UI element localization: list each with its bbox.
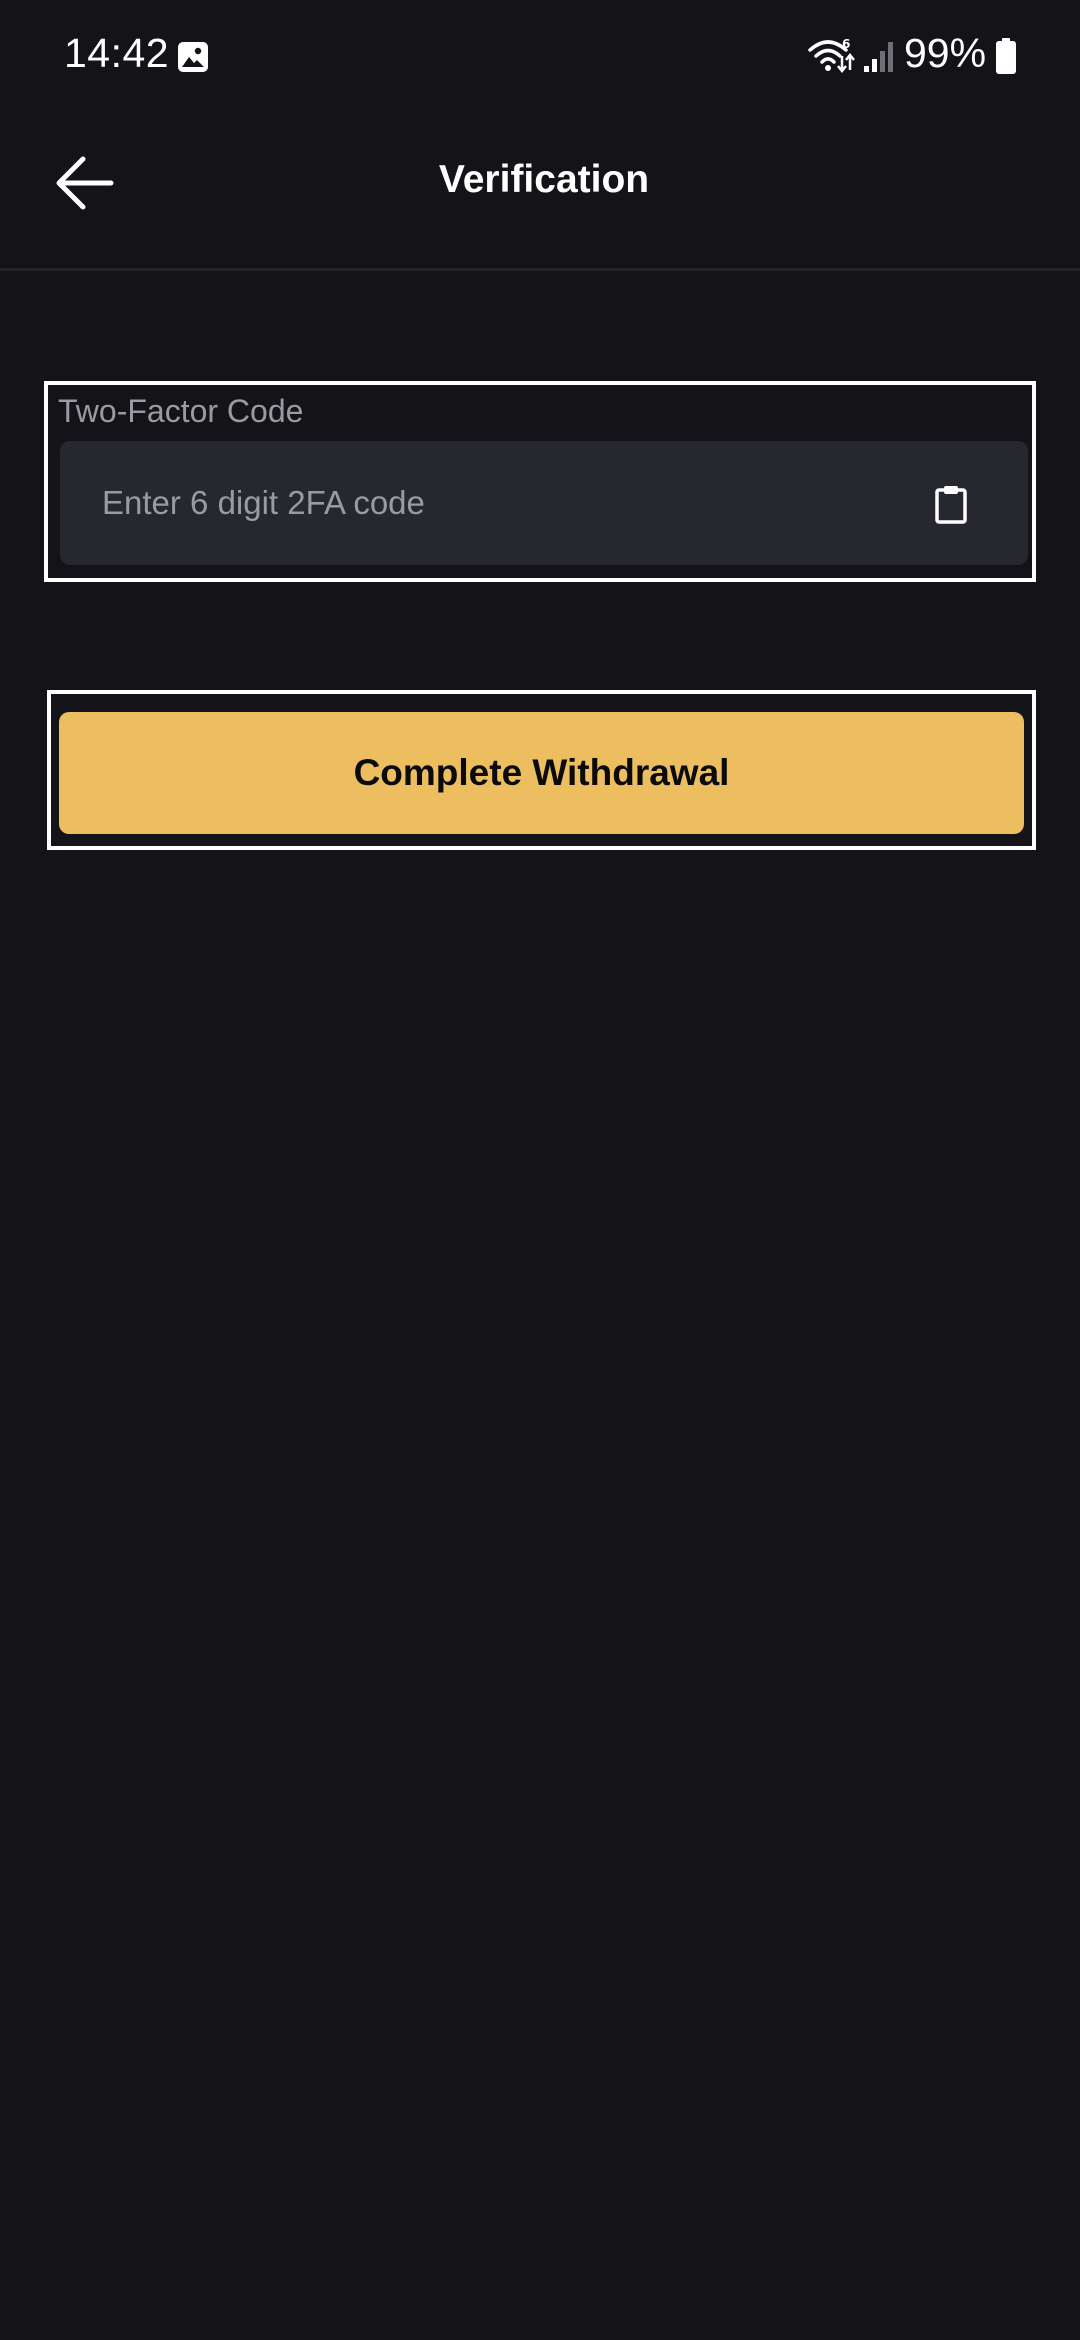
battery-icon: [996, 38, 1016, 74]
battery-percent: 99%: [904, 30, 987, 76]
two-factor-field-group: Two-Factor Code: [44, 381, 1036, 582]
paste-button[interactable]: [922, 475, 980, 533]
complete-withdrawal-frame: Complete Withdrawal: [47, 690, 1036, 850]
page-title: Verification: [438, 158, 650, 201]
status-bar: 14:42 6 99%: [0, 0, 1080, 116]
signal-icon: [864, 42, 893, 72]
gallery-icon: [178, 42, 208, 72]
status-time: 14:42: [64, 30, 170, 76]
wifi-6-icon: 6: [808, 37, 855, 74]
wifi-6-label: 6: [842, 37, 850, 51]
two-factor-label: Two-Factor Code: [58, 393, 304, 429]
two-factor-code-input[interactable]: [102, 441, 902, 565]
app-bar: Verification: [0, 116, 1080, 268]
clipboard-icon: [935, 486, 967, 524]
app-bar-divider: [0, 268, 1080, 271]
complete-withdrawal-button[interactable]: Complete Withdrawal: [59, 712, 1024, 834]
two-factor-input-box[interactable]: [60, 441, 1028, 565]
